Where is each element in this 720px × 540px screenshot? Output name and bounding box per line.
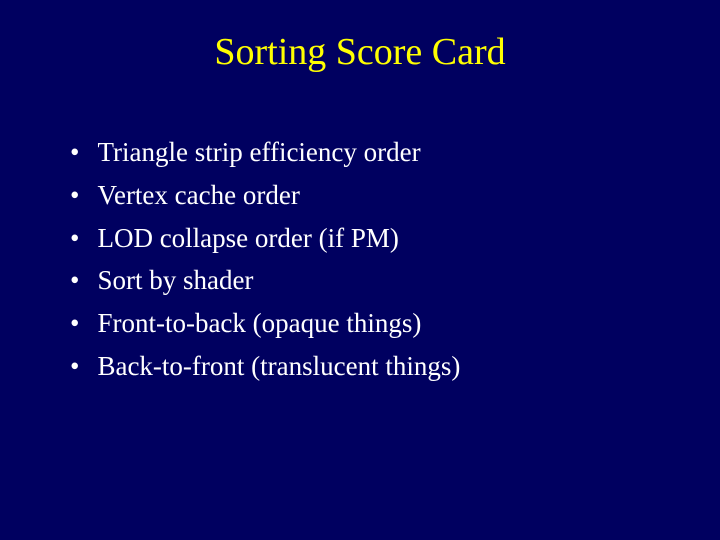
bullet-list: • Triangle strip efficiency order • Vert…: [50, 134, 670, 386]
bullet-text: LOD collapse order (if PM): [97, 220, 670, 258]
slide-title: Sorting Score Card: [50, 30, 670, 74]
bullet-text: Front-to-back (opaque things): [97, 305, 670, 343]
bullet-text: Sort by shader: [97, 262, 670, 300]
slide-container: Sorting Score Card • Triangle strip effi…: [0, 0, 720, 540]
list-item: • Triangle strip efficiency order: [70, 134, 670, 172]
bullet-text: Triangle strip efficiency order: [97, 134, 670, 172]
list-item: • Vertex cache order: [70, 177, 670, 215]
bullet-icon: •: [70, 305, 79, 343]
bullet-text: Back-to-front (translucent things): [97, 348, 670, 386]
bullet-icon: •: [70, 348, 79, 386]
list-item: • Sort by shader: [70, 262, 670, 300]
bullet-icon: •: [70, 262, 79, 300]
bullet-text: Vertex cache order: [97, 177, 670, 215]
bullet-icon: •: [70, 220, 79, 258]
list-item: • Front-to-back (opaque things): [70, 305, 670, 343]
bullet-icon: •: [70, 177, 79, 215]
bullet-icon: •: [70, 134, 79, 172]
list-item: • Back-to-front (translucent things): [70, 348, 670, 386]
list-item: • LOD collapse order (if PM): [70, 220, 670, 258]
